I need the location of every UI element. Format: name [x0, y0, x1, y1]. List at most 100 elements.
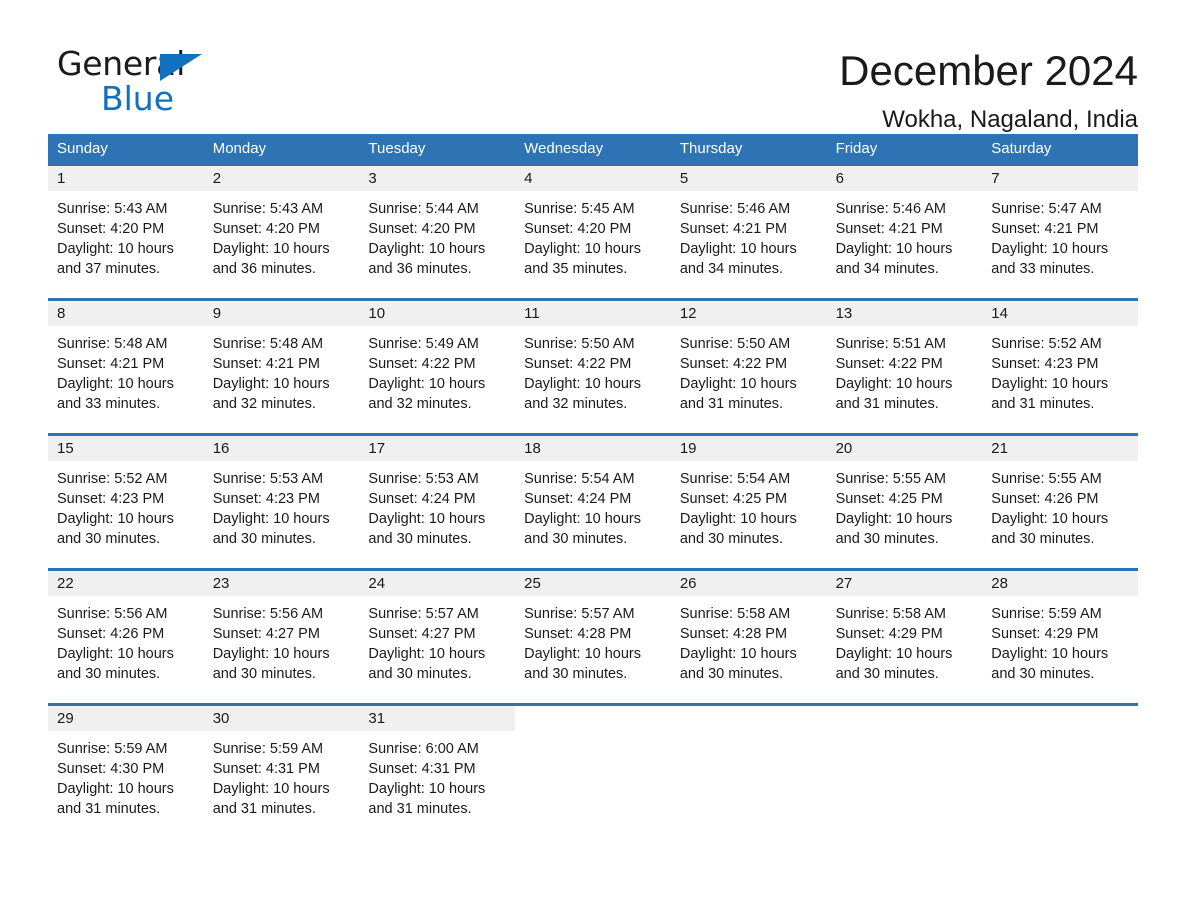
day-cell[interactable]: 3 Sunrise: 5:44 AM Sunset: 4:20 PM Daylight…: [359, 166, 516, 298]
daylight-text-line1: Daylight: 10 hours: [991, 376, 1109, 392]
day-number-bar: 21: [982, 436, 1138, 461]
daylight-text-line1: Daylight: 10 hours: [524, 646, 642, 662]
day-cell[interactable]: 26 Sunrise: 5:58 AM Sunset: 4:28 PM Dayligh…: [670, 571, 827, 703]
day-number-bar: 16: [203, 436, 360, 461]
sunset-text: Sunset: 4:26 PM: [991, 491, 1099, 507]
day-number: 7: [991, 170, 1000, 187]
day-cell[interactable]: 31 Sunrise: 6:00 AM Sunset: 4:31 PM Dayligh…: [359, 706, 516, 838]
calendar-week-row: 1 Sunrise: 5:43 AM Sunset: 4:20 PM Daylight…: [48, 166, 1138, 298]
sunset-text: Sunset: 4:26 PM: [57, 626, 165, 642]
generalblue-logo[interactable]: General Blue: [57, 47, 207, 115]
day-number: 31: [368, 710, 386, 727]
day-cell[interactable]: 22 Sunrise: 5:56 AM Sunset: 4:26 PM Dayligh…: [48, 571, 204, 703]
weekday-header-wednesday: Wednesday: [524, 140, 604, 157]
day-cell[interactable]: 10 Sunrise: 5:49 AM Sunset: 4:22 PM Dayligh…: [359, 301, 516, 433]
day-number-bar: 24: [359, 571, 516, 596]
sunrise-text: Sunrise: 5:59 AM: [57, 741, 168, 757]
day-cell[interactable]: 1 Sunrise: 5:43 AM Sunset: 4:20 PM Daylight…: [48, 166, 204, 298]
day-cell[interactable]: 11 Sunrise: 5:50 AM Sunset: 4:22 PM Dayligh…: [515, 301, 671, 433]
day-details: Sunrise: 5:51 AM Sunset: 4:22 PM Daylight:…: [827, 326, 983, 414]
sunrise-text: Sunrise: 5:52 AM: [57, 471, 168, 487]
sunset-text: Sunset: 4:20 PM: [212, 221, 320, 237]
day-number: 13: [835, 305, 853, 322]
day-cell[interactable]: 16 Sunrise: 5:53 AM Sunset: 4:23 PM Dayligh…: [203, 436, 360, 568]
day-number-bar: 19: [670, 436, 827, 461]
daylight-text-line2: and 35 minutes.: [524, 261, 628, 277]
day-number: 22: [57, 575, 74, 592]
day-cell-empty: [982, 706, 1138, 838]
day-cell[interactable]: 29 Sunrise: 5:59 AM Sunset: 4:30 PM Dayligh…: [48, 706, 204, 838]
weekday-header-monday: Monday: [212, 140, 267, 157]
daylight-text-line2: and 34 minutes.: [835, 261, 939, 277]
day-cell[interactable]: 13 Sunrise: 5:51 AM Sunset: 4:22 PM Dayligh…: [826, 301, 983, 433]
day-cell[interactable]: 21 Sunrise: 5:55 AM Sunset: 4:26 PM Dayligh…: [982, 436, 1138, 568]
day-cell[interactable]: 24 Sunrise: 5:57 AM Sunset: 4:27 PM Dayligh…: [359, 571, 516, 703]
day-cell[interactable]: 5 Sunrise: 5:46 AM Sunset: 4:21 PM Daylight…: [670, 166, 827, 298]
day-cell[interactable]: 7 Sunrise: 5:47 AM Sunset: 4:21 PM Daylight…: [982, 166, 1138, 298]
day-details: Sunrise: 5:47 AM Sunset: 4:21 PM Daylight:…: [982, 191, 1138, 279]
day-cell[interactable]: 30 Sunrise: 5:59 AM Sunset: 4:31 PM Dayligh…: [203, 706, 360, 838]
day-cell[interactable]: 28 Sunrise: 5:59 AM Sunset: 4:29 PM Dayligh…: [982, 571, 1138, 703]
sunrise-text: Sunrise: 5:48 AM: [57, 336, 168, 352]
daylight-text-line1: Daylight: 10 hours: [57, 511, 174, 527]
day-cell[interactable]: 2 Sunrise: 5:43 AM Sunset: 4:20 PM Daylight…: [203, 166, 360, 298]
day-cell[interactable]: 18 Sunrise: 5:54 AM Sunset: 4:24 PM Dayligh…: [515, 436, 671, 568]
day-cell[interactable]: 19 Sunrise: 5:54 AM Sunset: 4:25 PM Dayligh…: [670, 436, 827, 568]
day-details: Sunrise: 5:50 AM Sunset: 4:22 PM Daylight:…: [515, 326, 671, 414]
calendar-week-row: 22 Sunrise: 5:56 AM Sunset: 4:26 PM Dayligh…: [48, 568, 1138, 703]
daylight-text-line1: Daylight: 10 hours: [368, 781, 486, 797]
day-cell[interactable]: 27 Sunrise: 5:58 AM Sunset: 4:29 PM Dayligh…: [826, 571, 983, 703]
day-details: Sunrise: 5:46 AM Sunset: 4:21 PM Daylight:…: [827, 191, 983, 279]
weekday-header-friday: Friday: [835, 140, 878, 157]
daylight-text-line2: and 30 minutes.: [835, 666, 939, 682]
title-block: December 2024 Wokha, Nagaland, India: [839, 47, 1138, 133]
day-cell[interactable]: 25 Sunrise: 5:57 AM Sunset: 4:28 PM Dayligh…: [515, 571, 671, 703]
day-details: Sunrise: 5:44 AM Sunset: 4:20 PM Daylight:…: [359, 191, 515, 279]
day-details: Sunrise: 5:43 AM Sunset: 4:20 PM Daylight:…: [204, 191, 360, 279]
daylight-text-line2: and 36 minutes.: [212, 261, 316, 277]
day-cell[interactable]: 23 Sunrise: 5:56 AM Sunset: 4:27 PM Dayligh…: [203, 571, 360, 703]
day-number-bar: 9: [203, 301, 360, 326]
sunset-text: Sunset: 4:28 PM: [524, 626, 632, 642]
day-number: 2: [212, 170, 222, 187]
day-number: 16: [212, 440, 230, 457]
sunset-text: Sunset: 4:22 PM: [524, 356, 632, 372]
day-cell[interactable]: 20 Sunrise: 5:55 AM Sunset: 4:25 PM Dayligh…: [826, 436, 983, 568]
daylight-text-line1: Daylight: 10 hours: [368, 241, 486, 257]
day-number: 9: [212, 305, 222, 322]
day-details: Sunrise: 5:57 AM Sunset: 4:27 PM Daylight:…: [359, 596, 515, 684]
day-cell[interactable]: 17 Sunrise: 5:53 AM Sunset: 4:24 PM Dayligh…: [359, 436, 516, 568]
daylight-text-line1: Daylight: 10 hours: [212, 376, 330, 392]
sunset-text: Sunset: 4:25 PM: [835, 491, 943, 507]
day-details: [982, 731, 1138, 739]
day-cell[interactable]: 8 Sunrise: 5:48 AM Sunset: 4:21 PM Daylight…: [48, 301, 204, 433]
day-cell[interactable]: 9 Sunrise: 5:48 AM Sunset: 4:21 PM Daylight…: [203, 301, 360, 433]
sunset-text: Sunset: 4:20 PM: [524, 221, 632, 237]
day-number: 24: [368, 575, 386, 592]
daylight-text-line2: and 31 minutes.: [368, 801, 472, 817]
sunrise-text: Sunrise: 5:54 AM: [524, 471, 635, 487]
daylight-text-line1: Daylight: 10 hours: [57, 376, 174, 392]
daylight-text-line1: Daylight: 10 hours: [835, 646, 953, 662]
daylight-text-line2: and 30 minutes.: [524, 531, 628, 547]
day-number: 30: [212, 710, 230, 727]
day-details: [515, 731, 671, 739]
daylight-text-line2: and 30 minutes.: [835, 531, 939, 547]
sunrise-text: Sunrise: 5:50 AM: [679, 336, 791, 352]
day-cell[interactable]: 4 Sunrise: 5:45 AM Sunset: 4:20 PM Daylight…: [515, 166, 671, 298]
day-details: Sunrise: 5:55 AM Sunset: 4:25 PM Daylight:…: [827, 461, 983, 549]
daylight-text-line1: Daylight: 10 hours: [368, 511, 486, 527]
sunrise-text: Sunrise: 5:43 AM: [57, 201, 168, 217]
page-masthead: General Blue December 2024 Wokha, Nagala…: [0, 0, 1188, 133]
day-cell[interactable]: 15 Sunrise: 5:52 AM Sunset: 4:23 PM Dayligh…: [48, 436, 204, 568]
day-cell[interactable]: 6 Sunrise: 5:46 AM Sunset: 4:21 PM Daylight…: [826, 166, 983, 298]
day-number-bar: 26: [670, 571, 827, 596]
sunrise-text: Sunrise: 5:57 AM: [368, 606, 479, 622]
sunset-text: Sunset: 4:28 PM: [679, 626, 788, 642]
day-cell[interactable]: 14 Sunrise: 5:52 AM Sunset: 4:23 PM Dayligh…: [982, 301, 1138, 433]
sunset-text: Sunset: 4:22 PM: [368, 356, 476, 372]
day-cell[interactable]: 12 Sunrise: 5:50 AM Sunset: 4:22 PM Dayligh…: [670, 301, 827, 433]
daylight-text-line2: and 30 minutes.: [212, 531, 316, 547]
sunset-text: Sunset: 4:29 PM: [835, 626, 943, 642]
sunrise-text: Sunrise: 5:53 AM: [212, 471, 324, 487]
